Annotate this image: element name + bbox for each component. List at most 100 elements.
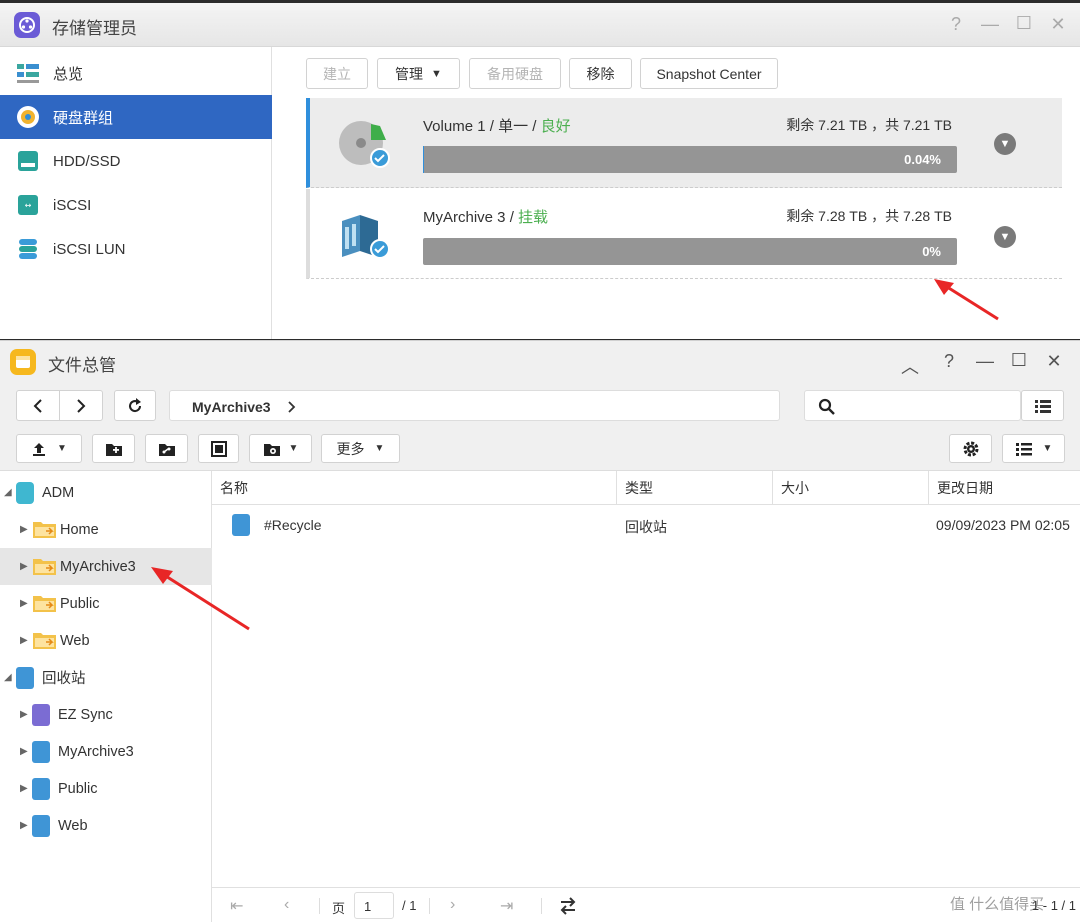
storage-app-icon [14,12,40,38]
manage-label: 管理 [395,64,423,84]
help-button[interactable]: ? [944,14,968,35]
volume-usage-bar: 0% [423,238,957,265]
more-button[interactable]: 更多 ▼ [321,434,400,463]
maximize-button[interactable]: ☐ [1007,350,1031,371]
first-page-icon[interactable]: ⇤ [230,896,243,916]
tools-button[interactable]: ▼ [249,434,312,463]
nav-label: 总览 [53,63,83,84]
refresh-button[interactable] [114,390,156,421]
nav-disk-group[interactable]: 硬盘群组 [0,95,272,139]
iscsi-icon: ↔ [16,193,40,217]
nav-overview[interactable]: 总览 [0,51,272,95]
tree-label: Home [60,522,99,538]
volume-sep: / [528,118,541,135]
shared-folder-icon [32,520,58,540]
storage-manager-window: 存储管理员 ? — ☐ ✕ 总览 硬盘群组 HDD/SSD ↔ iSCSI iS… [0,3,1080,339]
file-explorer-window: 文件总管 ︿ ? — ☐ ✕ MyArchive3 ▼ [0,340,1080,921]
chevron-down-icon: ▼ [1043,443,1053,454]
spare-disk-button[interactable]: 备用硬盘 [469,58,561,89]
next-page-icon[interactable]: › [450,896,455,914]
tree-node-recycle-web[interactable]: ▶ Web [0,807,212,844]
minimize-button[interactable]: — [978,14,1002,35]
volume-status: 良好 [541,118,571,135]
collapse-button[interactable]: ︿ [898,353,922,379]
gear-icon [962,440,980,458]
back-button[interactable] [16,390,60,421]
file-explorer-app-icon [10,349,36,375]
minimize-button[interactable]: — [973,351,997,372]
expand-button[interactable]: ▼ [994,226,1016,248]
share-folder-button[interactable] [145,434,188,463]
address-bar[interactable]: MyArchive3 [169,390,780,421]
iscsi-lun-icon [16,237,40,261]
column-header-date[interactable]: 更改日期 [929,471,1080,505]
column-header-name[interactable]: 名称 [212,471,617,505]
breadcrumb[interactable]: MyArchive3 [192,399,271,415]
tree-label: Public [60,596,100,612]
tree-node-recycle-public[interactable]: ▶ Public [0,770,212,807]
new-folder-button[interactable] [92,434,135,463]
hdd-icon [16,149,40,173]
nav-hdd-ssd[interactable]: HDD/SSD [0,139,272,183]
shared-folder-icon [32,557,58,577]
tree-label: Web [58,818,88,834]
swap-icon[interactable] [558,897,578,915]
tree-node-adm[interactable]: ◢ ADM [0,474,212,511]
chevron-down-icon: ▼ [57,443,67,454]
volume-usage-bar: 0.04% [423,146,957,173]
volume-card-1[interactable]: Volume 1 / 单一 / 良好 剩余 7.21 TB ，共 7.21 TB… [306,98,1062,188]
prev-page-icon[interactable]: ‹ [284,896,289,914]
storage-titlebar: 存储管理员 ? — ☐ ✕ [0,3,1080,47]
tree-node-recycle-myarchive3[interactable]: ▶ MyArchive3 [0,733,212,770]
nav-label: iSCSI [53,197,91,214]
search-icon [818,398,836,416]
volume-space: 剩余 7.28 TB ，共 7.28 TB [786,206,952,226]
view-mode-button[interactable]: ▼ [1002,434,1065,463]
share-folder-icon [158,441,176,457]
settings-button[interactable] [949,434,992,463]
remove-button[interactable]: 移除 [569,58,632,89]
annotation-arrow [930,275,1005,325]
recycle-bin-icon [16,667,34,689]
expand-triangle-icon: ▶ [20,635,32,646]
collapse-triangle-icon: ◢ [4,487,16,498]
file-row[interactable]: #Recycle 回收站 09/09/2023 PM 02:05 [212,507,1080,543]
tree-node-home[interactable]: ▶ Home [0,511,212,548]
explorer-titlebar: 文件总管 ︿ ? — ☐ ✕ [0,341,1080,383]
svg-text:↔: ↔ [25,201,32,210]
volume-title: Volume 1 / 单一 / 良好 [423,115,571,136]
tree-label: 回收站 [42,667,86,688]
forward-button[interactable] [59,390,103,421]
close-button[interactable]: ✕ [1042,351,1066,372]
volume-title: MyArchive 3 / 挂载 [423,206,548,227]
page-number-input[interactable]: 1 [354,892,394,919]
page-total: / 1 [402,898,416,913]
upload-button[interactable]: ▼ [16,434,82,463]
search-options-button[interactable] [1021,390,1064,421]
nav-iscsi-lun[interactable]: iSCSI LUN [0,227,272,271]
create-button[interactable]: 建立 [306,58,368,89]
tree-label: EZ Sync [58,707,113,723]
last-page-icon[interactable]: ⇥ [500,896,513,916]
shared-folder-icon [32,594,58,614]
snapshot-center-button[interactable]: Snapshot Center [640,58,778,89]
chevron-left-icon [32,398,44,414]
column-header-size[interactable]: 大小 [773,471,929,505]
search-input[interactable] [804,390,1021,421]
new-folder-icon [105,441,123,457]
nav-iscsi[interactable]: ↔ iSCSI [0,183,272,227]
tree-label: ADM [42,485,74,501]
volume-card-2[interactable]: MyArchive 3 / 挂载 剩余 7.28 TB ，共 7.28 TB 0… [306,189,1062,279]
expand-button[interactable]: ▼ [994,133,1016,155]
maximize-button[interactable]: ☐ [1012,13,1036,34]
select-all-button[interactable] [198,434,239,463]
tree-node-ez-sync[interactable]: ▶ EZ Sync [0,696,212,733]
recycle-bin-icon [32,704,50,726]
tree-node-recycle-bin[interactable]: ◢ 回收站 [0,659,212,696]
file-name: #Recycle [264,517,322,533]
file-type: 回收站 [625,517,667,537]
help-button[interactable]: ? [937,351,961,372]
manage-button[interactable]: 管理 ▼ [377,58,460,89]
close-button[interactable]: ✕ [1046,14,1070,35]
column-header-type[interactable]: 类型 [617,471,773,505]
